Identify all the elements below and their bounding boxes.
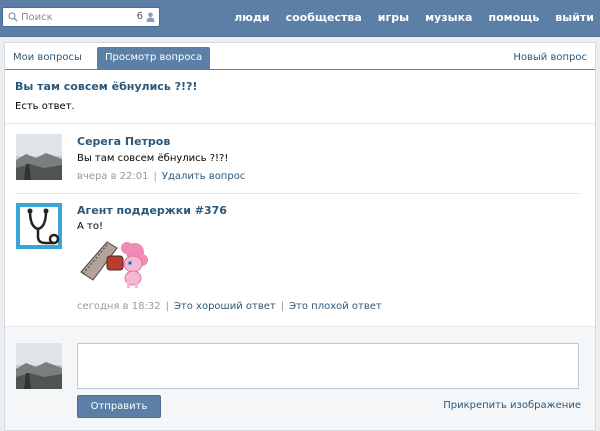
nav-logout[interactable]: выйти bbox=[555, 11, 594, 24]
meta-separator: | bbox=[165, 301, 169, 312]
message-meta: вчера в 22:01 | Удалить вопрос bbox=[77, 171, 245, 182]
main-nav: люди сообщества игры музыка помощь выйти bbox=[218, 11, 594, 24]
attach-image-link[interactable]: Прикрепить изображение bbox=[443, 400, 581, 411]
delete-question-link[interactable]: Удалить вопрос bbox=[162, 171, 245, 182]
tab-my-questions[interactable]: Мои вопросы bbox=[5, 47, 90, 70]
support-agent-picture bbox=[16, 203, 62, 249]
nav-people[interactable]: люди bbox=[234, 11, 269, 24]
user-photo bbox=[16, 343, 62, 389]
reply-textarea[interactable] bbox=[77, 343, 579, 389]
message-time: вчера в 22:01 bbox=[77, 171, 149, 182]
send-button[interactable]: Отправить bbox=[77, 395, 161, 418]
nav-communities[interactable]: сообщества bbox=[286, 11, 362, 24]
user-photo bbox=[16, 134, 62, 180]
good-answer-link[interactable]: Это хороший ответ bbox=[174, 301, 276, 312]
pony-chainsaw-image bbox=[80, 241, 148, 288]
meta-separator: | bbox=[280, 301, 285, 312]
message-meta: сегодня в 18:32 | Это хороший ответ | Это пл… bbox=[77, 301, 382, 312]
avatar[interactable] bbox=[16, 203, 62, 249]
nav-games[interactable]: игры bbox=[378, 11, 409, 24]
top-bar: 6 люди сообщества игры музыка помощь вый… bbox=[0, 0, 600, 37]
divider bbox=[15, 193, 581, 194]
bad-answer-link[interactable]: Это плохой ответ bbox=[289, 301, 382, 312]
question-title: Вы там совсем ёбнулись ?!?! bbox=[15, 80, 198, 93]
message-author[interactable]: Агент поддержки #376 bbox=[77, 204, 227, 217]
search-result-count: 6 bbox=[136, 11, 143, 22]
nav-help[interactable]: помощь bbox=[488, 11, 539, 24]
message-time: сегодня в 18:32 bbox=[77, 301, 161, 312]
question-panel: Мои вопросы Просмотр вопроса Новый вопро… bbox=[4, 42, 596, 431]
meta-separator: | bbox=[153, 171, 157, 182]
message-text: А то! bbox=[77, 221, 103, 232]
divider bbox=[5, 123, 595, 124]
avatar[interactable] bbox=[16, 134, 62, 180]
new-question-link[interactable]: Новый вопрос bbox=[513, 47, 587, 70]
message-author[interactable]: Серега Петров bbox=[77, 135, 170, 148]
search-box[interactable]: 6 bbox=[2, 7, 160, 27]
person-icon[interactable] bbox=[146, 12, 155, 22]
nav-music[interactable]: музыка bbox=[425, 11, 472, 24]
avatar[interactable] bbox=[16, 343, 62, 389]
question-status: Есть ответ. bbox=[15, 101, 75, 112]
tab-view-question[interactable]: Просмотр вопроса bbox=[97, 47, 211, 70]
message-text: Вы там совсем ёбнулись ?!?! bbox=[77, 153, 229, 164]
search-input[interactable] bbox=[21, 10, 131, 24]
tab-bar: Мои вопросы Просмотр вопроса Новый вопро… bbox=[5, 43, 595, 70]
search-icon bbox=[8, 12, 18, 22]
reply-area: Отправить Прикрепить изображение bbox=[5, 326, 595, 430]
